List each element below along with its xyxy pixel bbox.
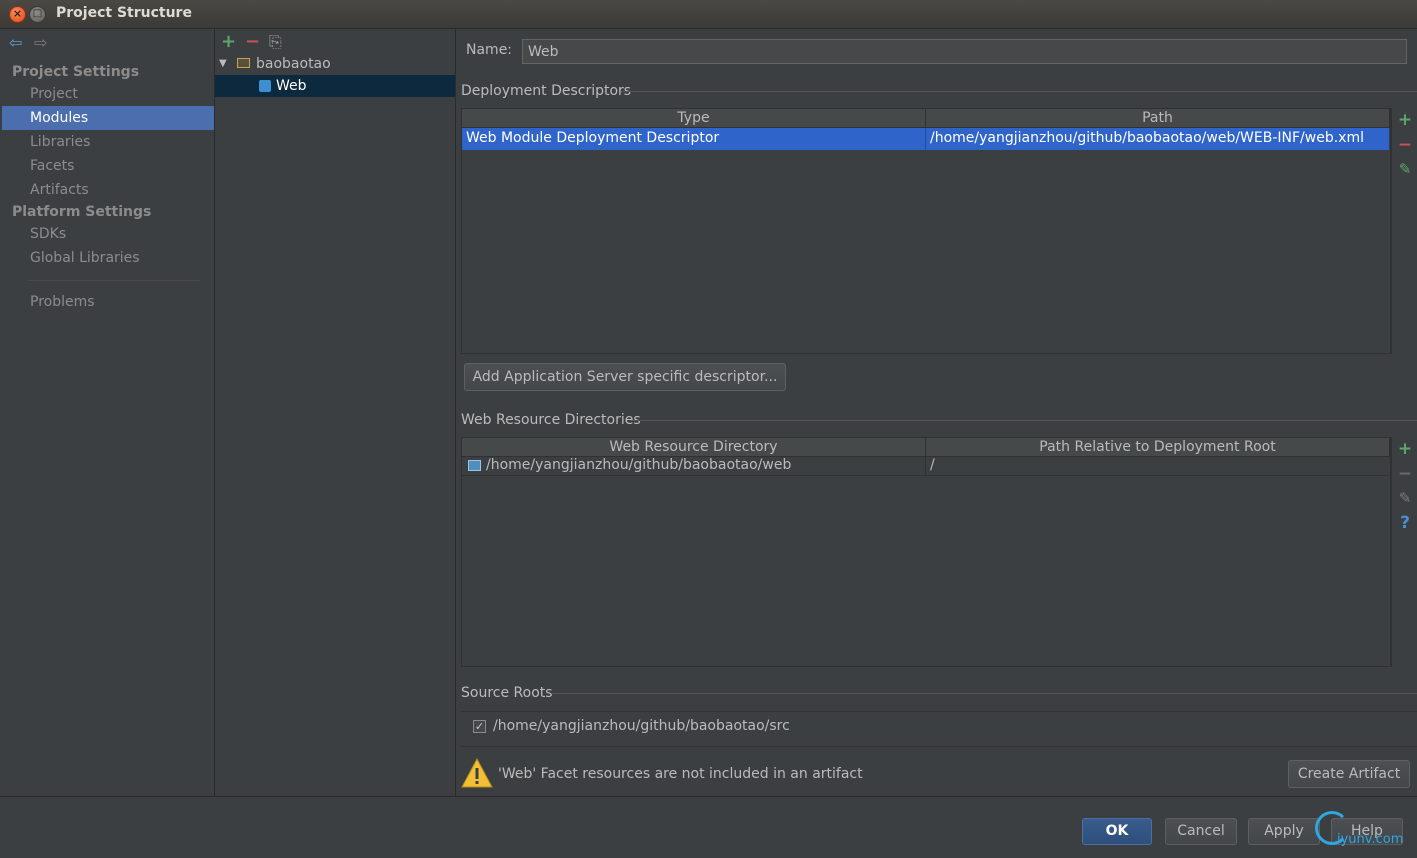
group-divider xyxy=(551,693,1417,694)
dialog-button-bar: OK Cancel Apply Help iyunv.com xyxy=(0,796,1417,858)
deployment-descriptors-table: Type Path Web Module Deployment Descript… xyxy=(461,108,1392,354)
forward-arrow-icon[interactable]: ⇨ xyxy=(34,33,47,52)
help-icon[interactable]: ? xyxy=(1397,513,1413,533)
sidebar-item-libraries[interactable]: Libraries xyxy=(2,130,214,154)
name-label: Name: xyxy=(466,42,513,58)
ok-button[interactable]: OK xyxy=(1082,818,1152,845)
module-tree-panel: + − ⎘ ▼ baobaotao Web xyxy=(215,29,456,796)
artifact-warning-text: 'Web' Facet resources are not included i… xyxy=(498,766,863,782)
table-row[interactable]: Web Module Deployment Descriptor /home/y… xyxy=(462,128,1389,150)
create-artifact-button[interactable]: Create Artifact xyxy=(1288,760,1410,788)
remove-icon[interactable]: − xyxy=(1397,135,1413,155)
title-bar: × □ Project Structure xyxy=(0,0,1417,29)
module-folder-icon xyxy=(237,58,250,68)
web-folder-icon xyxy=(468,460,481,471)
source-root-path: /home/yangjianzhou/github/baobaotao/src xyxy=(493,718,790,734)
name-input[interactable] xyxy=(522,39,1407,64)
source-roots-heading: Source Roots xyxy=(461,685,553,701)
facet-editor: Name: Deployment Descriptors Type Path W… xyxy=(456,29,1417,796)
copy-icon[interactable]: ⎘ xyxy=(269,32,282,52)
source-root-checkbox[interactable]: ✓ xyxy=(473,720,486,733)
remove-icon[interactable]: − xyxy=(1397,464,1413,484)
web-facet-icon xyxy=(259,80,271,92)
tree-item-baobaotao[interactable]: ▼ baobaotao xyxy=(215,53,455,75)
warning-icon xyxy=(461,757,493,788)
descriptor-path-cell: /home/yangjianzhou/github/baobaotao/web/… xyxy=(930,130,1364,146)
add-icon[interactable]: + xyxy=(221,31,236,52)
tree-item-web[interactable]: Web xyxy=(215,75,455,97)
group-divider xyxy=(621,91,1417,92)
sidebar-item-project[interactable]: Project xyxy=(2,82,214,106)
sidebar-item-artifacts[interactable]: Artifacts xyxy=(2,178,214,202)
add-icon[interactable]: + xyxy=(1397,439,1413,459)
column-header-path[interactable]: Path xyxy=(926,109,1390,128)
web-resource-table: Web Resource Directory Path Relative to … xyxy=(461,437,1392,667)
deployment-descriptors-heading: Deployment Descriptors xyxy=(461,83,632,99)
sidebar-separator xyxy=(28,280,200,281)
window-close-button[interactable]: × xyxy=(9,6,26,23)
relative-path-cell: / xyxy=(930,457,935,473)
table-row[interactable]: /home/yangjianzhou/github/baobaotao/web … xyxy=(462,457,1389,476)
tree-item-label: baobaotao xyxy=(256,56,331,72)
edit-icon[interactable]: ✎ xyxy=(1397,160,1413,178)
web-resource-directories-heading: Web Resource Directories xyxy=(461,412,641,428)
source-roots-list: ✓ /home/yangjianzhou/github/baobaotao/sr… xyxy=(461,711,1417,747)
descriptor-type-cell: Web Module Deployment Descriptor xyxy=(466,130,720,146)
tree-item-label: Web xyxy=(276,78,307,94)
sidebar-item-facets[interactable]: Facets xyxy=(2,154,214,178)
sidebar-item-sdks[interactable]: SDKs xyxy=(2,222,214,246)
sidebar-item-global-libraries[interactable]: Global Libraries xyxy=(2,246,214,270)
column-header-type[interactable]: Type xyxy=(462,109,926,128)
settings-sidebar: ⇦ ⇨ Project Settings Project Modules Lib… xyxy=(2,29,215,796)
window-maximize-button[interactable]: □ xyxy=(29,6,46,23)
window-title: Project Structure xyxy=(56,5,192,21)
add-server-descriptor-button[interactable]: Add Application Server specific descript… xyxy=(464,363,786,391)
apply-button[interactable]: Apply xyxy=(1248,818,1320,845)
remove-icon[interactable]: − xyxy=(245,31,260,52)
add-icon[interactable]: + xyxy=(1397,110,1413,130)
sidebar-item-modules[interactable]: Modules xyxy=(2,106,214,130)
edit-icon[interactable]: ✎ xyxy=(1397,489,1413,507)
cancel-button[interactable]: Cancel xyxy=(1165,818,1237,845)
web-resource-dir-cell: /home/yangjianzhou/github/baobaotao/web xyxy=(486,457,792,473)
group-divider xyxy=(631,420,1417,421)
sidebar-item-problems[interactable]: Problems xyxy=(2,290,214,314)
expand-triangle-icon[interactable]: ▼ xyxy=(219,53,227,75)
deployment-tools: + − ✎ xyxy=(1390,108,1417,354)
project-settings-heading: Project Settings xyxy=(12,64,140,80)
close-icon: × xyxy=(12,7,23,20)
platform-settings-heading: Platform Settings xyxy=(12,204,152,220)
web-resource-tools: + − ✎ ? xyxy=(1390,437,1417,667)
back-arrow-icon[interactable]: ⇦ xyxy=(9,33,22,52)
watermark-text: iyunv.com xyxy=(1337,832,1404,847)
maximize-icon: □ xyxy=(32,8,43,19)
